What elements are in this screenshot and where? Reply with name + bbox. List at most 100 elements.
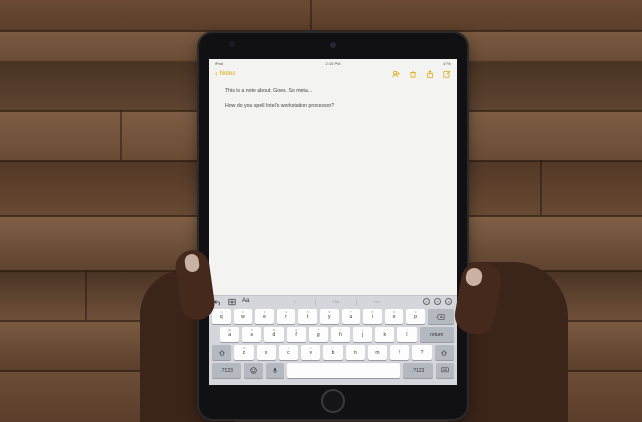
key-hint: + [287,346,290,350]
key-label: ? [420,349,424,356]
key-hint: " [406,328,408,332]
key-hint: % [242,346,246,350]
key-r[interactable]: 4r [276,309,296,324]
key-hint: 6 [328,310,331,314]
shift-icon [218,349,225,356]
delete-key[interactable] [427,309,454,324]
key-hint: , [399,346,401,350]
key-hint: # [250,328,253,332]
key-z[interactable]: % z [234,345,254,360]
home-button[interactable] [321,389,345,413]
compose-icon[interactable] [443,70,451,78]
key-w[interactable]: 2w [233,309,253,324]
key-f[interactable]: & f [286,327,306,342]
key-label: f [295,331,297,338]
key-n[interactable]: ; n [345,345,365,360]
key-c[interactable]: + c [278,345,299,360]
key-k[interactable]: ' k [375,327,395,342]
key-b[interactable]: / b [323,345,343,360]
status-battery: 47% [442,61,451,66]
key-label: c [287,349,290,356]
key-label: g [316,331,320,338]
key-i[interactable]: 8i [363,309,382,324]
key-j[interactable]: ) j [353,327,373,342]
delete-icon [437,313,445,320]
prediction-3[interactable]: I'm [357,298,397,306]
keyboard-hide-icon [441,367,449,373]
add-people-icon[interactable] [392,70,400,78]
note-line-2: How do you spell Intel's workstation pro… [225,103,335,109]
back-to-notes-button[interactable]: ‹ Notes [215,70,236,78]
key-x[interactable]: -x [256,345,276,360]
key-label: a [228,331,231,338]
key-o[interactable]: 9o [384,309,404,324]
ipad-device: iPad 2:15 PM 47% ‹ Notes This is a note … [199,33,467,419]
trash-icon[interactable] [409,70,417,78]
key-a[interactable]: @ a [220,327,240,342]
shift-key-right[interactable] [434,345,454,360]
key-hint: - [265,346,267,350]
shift-key-left[interactable] [212,345,232,360]
key-e[interactable]: 3e [255,309,274,324]
key-q[interactable]: 1q [212,309,231,324]
numbers-key-right[interactable]: .?123 [403,363,433,378]
key-row-4: .?123 .?123 [212,363,455,378]
key-y[interactable]: 6y [319,309,339,324]
add-icon[interactable]: + [434,298,441,305]
key-label: l [406,331,408,338]
key-label: e [263,313,266,320]
key-label: u [349,313,353,320]
share-icon[interactable] [426,70,434,78]
key-label: s [250,331,254,338]
key-hint: = [309,346,312,350]
key-label: z [242,349,246,356]
key-label: d [272,331,276,338]
numbers-key[interactable]: .?123 [212,363,242,378]
key-label: b [331,349,335,356]
key-s[interactable]: # s [242,327,262,342]
return-key[interactable]: return [419,327,455,342]
dictation-key[interactable] [265,363,284,378]
key-l[interactable]: " l [397,327,417,342]
key-hint: 4 [285,310,287,314]
back-button-label: Notes [219,71,236,77]
table-icon[interactable] [228,298,236,306]
format-button[interactable]: Aa [242,298,249,306]
key-label: p [414,313,418,320]
hide-keyboard-key[interactable] [435,363,455,378]
space-bar[interactable] [286,363,401,378]
undo-icon[interactable] [214,298,222,306]
shortcut-left-group: Aa [214,298,249,306]
key-label: n [353,349,357,356]
key-v[interactable]: = v [301,345,321,360]
key-g[interactable]: * g [308,327,328,342]
key-p[interactable]: 0p [406,309,425,324]
status-time: 2:15 PM [325,61,341,66]
key-hint: 9 [393,310,395,314]
key-hint: 7 [350,310,352,314]
key-d[interactable]: $ d [264,327,284,342]
key-u[interactable]: 7u [341,309,361,324]
key-hint: ; [354,346,356,350]
key-exclamation[interactable]: ,! [390,345,410,360]
key-t[interactable]: 5t [298,309,317,324]
note-body[interactable]: This is a note about. Goes. So meta... H… [225,88,445,110]
key-hint: ' [384,328,386,332]
front-camera [330,42,336,48]
key-label: x [264,349,268,356]
checklist-icon[interactable]: ✓ [423,298,430,305]
plank-seam [120,110,122,160]
microphone-icon [272,368,277,374]
emoji-key[interactable] [244,363,263,378]
prediction-1[interactable]: I [275,298,316,306]
key-m[interactable]: :m [367,345,388,360]
key-label: r [285,313,287,320]
key-question[interactable]: .? [412,345,432,360]
close-icon[interactable]: × [445,298,452,305]
key-h[interactable]: (h [330,327,351,342]
note-toolbar [392,70,451,78]
key-label: v [309,349,312,356]
key-hint: 1 [220,310,223,314]
key-hint: * [317,328,319,332]
prediction-2[interactable]: The [316,298,357,306]
